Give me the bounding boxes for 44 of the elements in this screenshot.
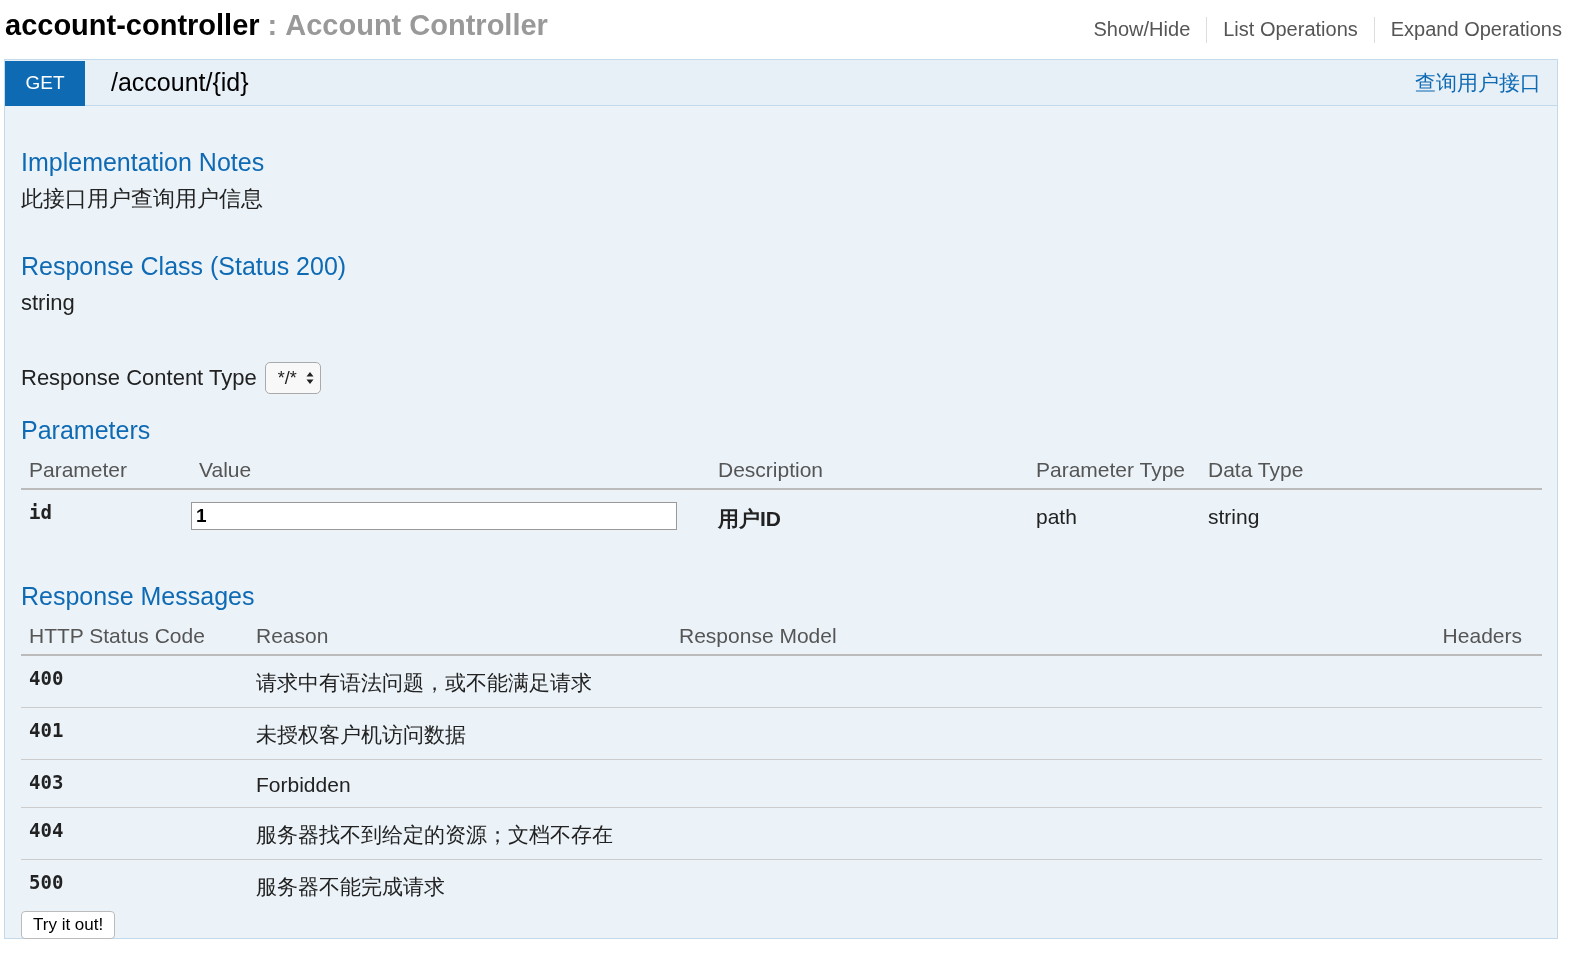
- column-header: Response Model: [679, 624, 837, 647]
- column-header: HTTP Status Code: [29, 624, 205, 647]
- controller-description: Account Controller: [285, 9, 548, 42]
- column-header: Value: [191, 446, 710, 489]
- data-type: string: [1208, 505, 1260, 529]
- section-heading: Parameters: [21, 415, 152, 446]
- operation-heading[interactable]: GET /account/{id} 查询用户接口: [5, 60, 1557, 106]
- column-header: Parameter: [21, 446, 191, 489]
- column-header: Parameter Type: [1028, 446, 1200, 489]
- column-header: Reason: [256, 624, 329, 647]
- content-type-label: Response Content Type: [21, 364, 257, 392]
- parameter-value-field[interactable]: 1: [191, 502, 677, 530]
- response-class-text: string: [21, 289, 76, 317]
- select-arrows-icon: [305, 371, 314, 385]
- status-code: 403: [29, 771, 64, 793]
- section-heading: Implementation Notes: [21, 147, 266, 178]
- parameter-name: id: [29, 501, 52, 523]
- response-reason: 服务器不能完成请求: [256, 874, 445, 900]
- status-code: 401: [29, 719, 64, 741]
- http-method-badge: GET: [5, 60, 85, 106]
- content-type-select[interactable]: */*: [264, 362, 321, 394]
- column-header: Description: [710, 446, 1028, 489]
- response-reason: Forbidden: [256, 773, 351, 797]
- status-code: 404: [29, 819, 64, 841]
- response-reason: 请求中有语法问题，或不能满足请求: [256, 670, 592, 696]
- header-link[interactable]: Show/Hide: [1077, 18, 1207, 41]
- response-reason: 服务器找不到给定的资源；文档不存在: [256, 822, 613, 848]
- title-separator: :: [267, 9, 278, 42]
- endpoint-path[interactable]: /account/{id}: [111, 68, 249, 97]
- column-header: Headers: [1442, 624, 1522, 647]
- header-link[interactable]: List Operations: [1207, 18, 1374, 41]
- implementation-notes-text: 此接口用户查询用户信息: [21, 185, 264, 213]
- section-heading: Response Class (Status 200): [21, 251, 348, 282]
- controller-title[interactable]: account-controller: [5, 9, 260, 42]
- column-header: Data Type: [1200, 446, 1542, 489]
- status-code: 400: [29, 667, 64, 689]
- parameter-type: path: [1036, 505, 1077, 529]
- response-reason: 未授权客户机访问数据: [256, 722, 466, 748]
- try-it-out-button[interactable]: Try it out!: [21, 911, 116, 939]
- parameter-description: 用户ID: [718, 506, 781, 532]
- section-heading: Response Messages: [21, 581, 256, 612]
- operation-summary[interactable]: 查询用户接口: [1415, 68, 1541, 97]
- header-link[interactable]: Expand Operations: [1374, 18, 1562, 41]
- status-code: 500: [29, 871, 64, 893]
